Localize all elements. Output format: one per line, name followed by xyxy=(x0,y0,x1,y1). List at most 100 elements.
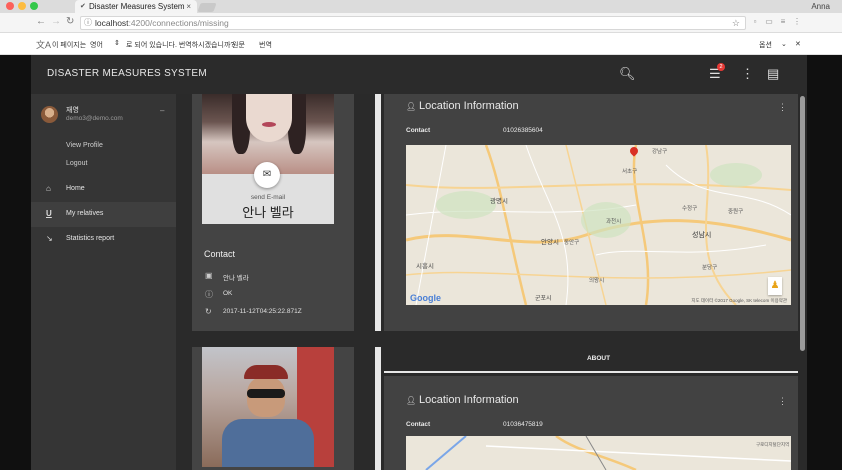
options-button[interactable]: 옵션 xyxy=(759,40,772,50)
forward-icon[interactable]: → xyxy=(51,16,61,27)
contact-label: Contact xyxy=(406,127,431,134)
contact-heading: Contact xyxy=(204,249,236,259)
chat-icon[interactable]: ▤ xyxy=(767,66,779,82)
map-label: 의왕시 xyxy=(589,278,605,284)
card-menu-icon[interactable]: ⋮ xyxy=(778,396,787,407)
close-tab-icon[interactable]: × xyxy=(186,0,191,13)
location-card: 👤︎ Location Information ⋮ Contact 010364… xyxy=(384,376,806,470)
map-label: 동안구 xyxy=(564,240,580,246)
send-email-label: send E-mail xyxy=(250,194,286,201)
card-menu-icon[interactable]: ⋮ xyxy=(778,102,787,113)
sidebar-item-label: Statistics report xyxy=(66,235,115,242)
browser-menu-icon[interactable]: ⋮ xyxy=(792,17,802,27)
map-roads xyxy=(406,436,791,470)
bookmark-star-icon[interactable]: ☆ xyxy=(732,17,740,29)
close-window-button[interactable] xyxy=(6,2,14,10)
tab-about[interactable]: ABOUT xyxy=(384,347,807,373)
translate-text-2: 로 되어 있습니다. 번역하시겠습니까? xyxy=(126,42,235,49)
sidebar-item-label: Home xyxy=(66,185,85,192)
view-profile-link[interactable]: View Profile xyxy=(66,142,103,149)
browser-titlebar: ✔ Disaster Measures System × Anna xyxy=(0,0,842,13)
new-tab-button[interactable] xyxy=(197,3,217,12)
more-vert-icon[interactable]: ⋮ xyxy=(741,66,754,82)
maximize-window-button[interactable] xyxy=(30,2,38,10)
map-label: 성남시 xyxy=(692,232,712,239)
translate-bar: 文A 이 페이지는 영어 ⇕ 로 되어 있습니다. 번역하시겠습니까? 원문 번… xyxy=(0,33,842,55)
location-title: Location Information xyxy=(419,394,519,406)
relative-profile-card: send E-mail 안나 벨라 ✉ Contact ▣ 안나 벨라 ⓘ OK… xyxy=(192,94,354,331)
map-attribution: 지도 데이터 ©2017 Google, SK telecom 이용약관 xyxy=(691,298,787,303)
browser-tab[interactable]: ✔ Disaster Measures System × xyxy=(75,0,197,13)
map-label: 중원구 xyxy=(728,209,744,215)
contact-card-icon: ▣ xyxy=(205,271,213,280)
contact-label: Contact xyxy=(406,421,431,428)
sidebar-item-label: My relatives xyxy=(66,210,104,217)
close-translate-icon[interactable]: ✕ xyxy=(795,40,801,48)
extension-icon[interactable]: ▫ xyxy=(750,17,760,27)
app-toolbar: DISASTER MEASURES SYSTEM 🔍︎ ☰ 2 ⋮ ▤ xyxy=(31,55,807,94)
translate-text-1: 이 페이지는 xyxy=(52,42,87,49)
relative-photo xyxy=(202,347,334,467)
street-view-icon[interactable]: ♟ xyxy=(768,277,782,295)
reload-icon[interactable]: ↻ xyxy=(66,16,74,27)
url-path: :4200/connections/missing xyxy=(128,18,229,28)
sync-icon: ↻ xyxy=(205,307,212,316)
map-label: 광명시 xyxy=(490,198,508,205)
contact-status: OK xyxy=(223,290,233,297)
map-label: 시흥시 xyxy=(416,263,434,270)
right-margin xyxy=(807,55,842,470)
contact-name: 안나 벨라 xyxy=(223,275,249,282)
photo-shirt xyxy=(222,419,314,467)
app-title: DISASTER MEASURES SYSTEM xyxy=(47,68,208,79)
user-email: demo3@demo.com xyxy=(66,115,123,122)
original-button[interactable]: 원문 xyxy=(232,40,245,50)
language-select[interactable]: 영어 xyxy=(90,40,103,50)
language-select-chevron-icon[interactable]: ⇕ xyxy=(114,39,120,47)
map-label: 구로디지털단지역 xyxy=(756,442,790,447)
map-label: 과천시 xyxy=(606,219,622,225)
sidebar-item-my-relatives[interactable]: U My relatives xyxy=(31,202,176,227)
sidebar-item-statistics[interactable]: ↘ Statistics report xyxy=(31,227,176,252)
map-label: 군포시 xyxy=(535,296,552,302)
map-label: 분당구 xyxy=(702,265,718,271)
card-divider xyxy=(375,94,381,331)
relative-name: 안나 벨라 xyxy=(242,205,294,220)
collapse-user-menu-icon[interactable]: – xyxy=(160,106,164,115)
mail-icon: ✉ xyxy=(262,169,272,180)
screenshot: ✔ Disaster Measures System × Anna ← → ↻ … xyxy=(0,0,842,470)
photo-lips xyxy=(262,122,276,127)
url-host: localhost xyxy=(95,18,129,28)
sidebar: 재영 demo3@demo.com – View Profile Logout … xyxy=(31,94,176,470)
angular-icon: ✔ xyxy=(80,3,86,10)
info-icon[interactable]: ⓘ xyxy=(84,17,92,29)
location-map[interactable]: 구로디지털단지역 xyxy=(406,436,791,470)
location-card: 👤︎ Location Information ⋮ Contact 010263… xyxy=(384,94,806,331)
profile-name[interactable]: Anna xyxy=(811,0,830,13)
cast-icon[interactable]: ▭ xyxy=(764,17,774,27)
extension2-icon[interactable]: ≡ xyxy=(778,17,788,27)
map-label: 안양시 xyxy=(541,239,559,246)
back-icon[interactable]: ← xyxy=(36,16,46,27)
avatar[interactable] xyxy=(41,106,58,123)
location-title: Location Information xyxy=(419,100,519,112)
logout-link[interactable]: Logout xyxy=(66,160,87,167)
user-name: 재영 xyxy=(66,107,79,114)
notification-badge: 2 xyxy=(717,63,725,71)
card-divider xyxy=(375,347,381,470)
send-email-button[interactable]: ✉ xyxy=(254,162,280,188)
translate-button[interactable]: 번역 xyxy=(259,40,272,50)
person-icon: 👤︎ xyxy=(406,396,417,405)
map-label: 강남구 xyxy=(652,149,668,155)
main-content: send E-mail 안나 벨라 ✉ Contact ▣ 안나 벨라 ⓘ OK… xyxy=(176,94,807,470)
url-input[interactable]: ⓘ localhost:4200/connections/missing ☆ xyxy=(80,16,746,30)
contact-timestamp: 2017-11-12T04:25:22.871Z xyxy=(223,308,302,315)
photo-face xyxy=(246,94,292,142)
minimize-window-button[interactable] xyxy=(18,2,26,10)
scrollbar-thumb[interactable] xyxy=(800,96,805,351)
contact-value: 01026385604 xyxy=(503,127,543,134)
search-icon[interactable]: 🔍︎ xyxy=(619,66,636,82)
location-map[interactable]: 강남구 서초구 광명시 과천시 수정구 성남시 안양시 동안구 시흥시 의왕시 … xyxy=(406,145,791,305)
sidebar-item-home[interactable]: ⌂ Home xyxy=(31,177,176,202)
options-chevron-icon[interactable]: ⌄ xyxy=(781,40,787,48)
address-toolbar: ← → ↻ ⓘ localhost:4200/connections/missi… xyxy=(0,13,842,33)
